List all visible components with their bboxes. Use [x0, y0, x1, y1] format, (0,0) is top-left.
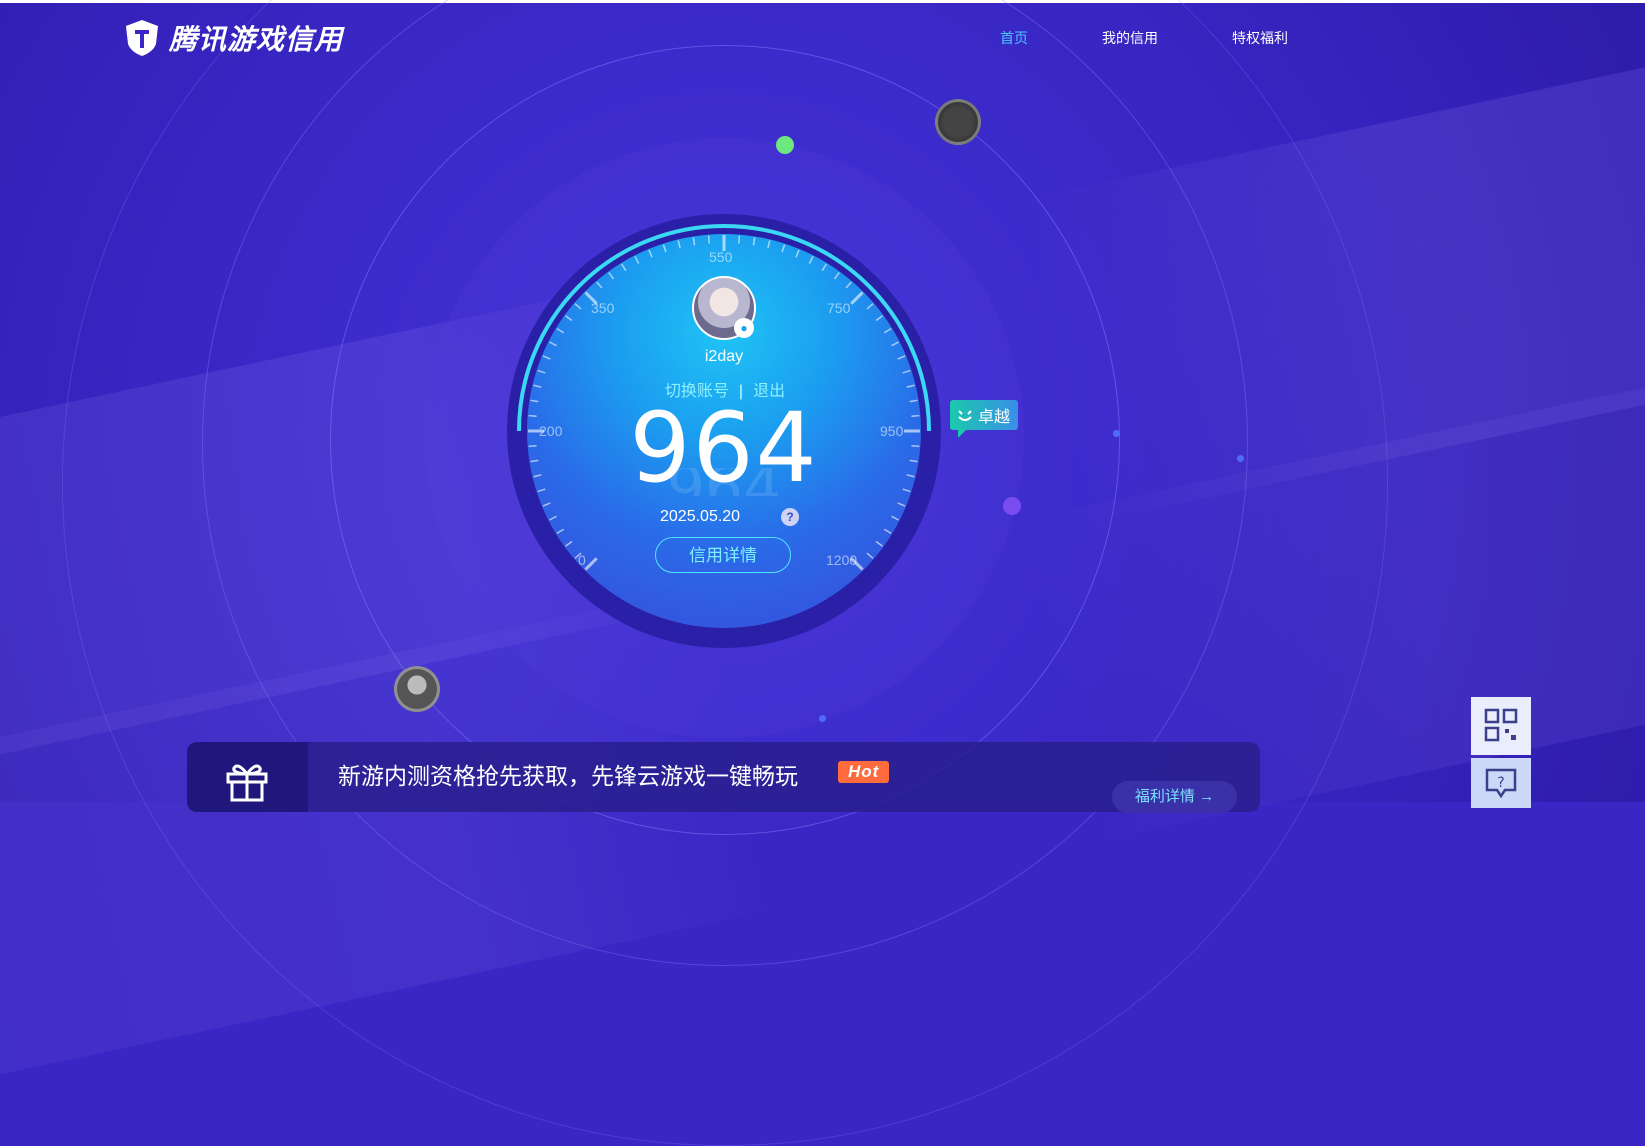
dial-tick	[891, 341, 899, 347]
hot-tag: Hot	[838, 761, 890, 783]
benefit-detail-label: 福利详情	[1134, 788, 1195, 805]
dial-tick	[537, 369, 546, 374]
dial-tick	[620, 263, 627, 272]
dial-tick	[542, 355, 551, 360]
brand-logo[interactable]: 腾讯游戏信用	[123, 18, 343, 58]
dial-tick	[533, 384, 542, 388]
dial-tick	[533, 474, 542, 478]
dial-tick	[833, 271, 840, 280]
dial-tick	[883, 528, 892, 535]
feedback-question-icon: ?	[1485, 768, 1517, 799]
dial-tick	[634, 256, 640, 264]
dial-tick	[596, 281, 603, 289]
dial-tick	[795, 249, 800, 258]
dial-tick	[909, 459, 918, 463]
gift-icon	[226, 764, 268, 802]
dial-tick	[556, 327, 565, 334]
brand-title: 腾讯游戏信用	[169, 24, 344, 55]
arrow-right-icon: →	[1199, 788, 1215, 805]
dial-tick	[808, 256, 814, 264]
credit-score-reflection: 964	[594, 468, 854, 496]
main-nav: 首页 我的信用 特权福利	[1000, 28, 1362, 48]
dial-tick	[911, 445, 920, 448]
dial-tick	[530, 459, 539, 463]
dial-tick	[738, 235, 741, 244]
scale-label-0: 0	[578, 552, 586, 568]
dial-tick	[866, 552, 874, 559]
dial-tick	[781, 244, 786, 253]
dial-tick	[875, 315, 884, 322]
score-date: 2025.05.20	[660, 508, 741, 525]
dial-tick	[902, 488, 911, 493]
dial-tick	[564, 540, 573, 547]
scale-label-550: 550	[709, 249, 733, 265]
benefit-detail-button[interactable]: 福利详情 →	[1112, 781, 1237, 813]
nav-item-my-credit[interactable]: 我的信用	[1102, 28, 1158, 48]
orbit-dot-small-2	[1237, 455, 1244, 462]
dial-tick	[883, 327, 892, 334]
scale-label-950: 950	[880, 423, 904, 439]
dial-tick	[821, 263, 828, 272]
scale-label-350: 350	[591, 300, 615, 316]
smile-icon	[958, 410, 972, 421]
nav-item-home[interactable]: 首页	[1000, 28, 1028, 48]
dial-tick	[584, 557, 598, 571]
dial-tick	[528, 414, 537, 417]
dial-tick	[677, 240, 681, 249]
username: i2day	[704, 348, 744, 365]
promo-banner-title: 新游内测资格抢先获取，先锋云游戏一键畅玩	[338, 763, 798, 789]
dial-tick	[767, 240, 771, 249]
dial-tick	[866, 303, 874, 310]
dial-tick	[556, 528, 565, 535]
dial-tick	[707, 235, 710, 244]
dial-tick	[891, 515, 899, 521]
dial-tick	[897, 355, 906, 360]
credit-detail-button[interactable]: 信用详情	[655, 537, 791, 573]
scale-label-750: 750	[827, 300, 851, 316]
qr-code-icon	[1484, 708, 1518, 742]
dial-tick	[909, 399, 918, 403]
dial-tick	[530, 399, 539, 403]
dial-tick	[528, 445, 537, 448]
orbit-dot-green	[776, 136, 794, 154]
scale-label-1200: 1200	[826, 552, 858, 568]
orbit-dot-small-1	[1113, 430, 1120, 437]
dial-tick	[845, 281, 852, 289]
orbit-dot-purple	[1003, 497, 1021, 515]
floating-avatar-1	[935, 99, 981, 145]
dial-tick	[662, 244, 667, 253]
shield-logo-icon	[126, 20, 158, 56]
svg-text:?: ?	[1497, 775, 1504, 791]
dial-tick	[537, 488, 546, 493]
dial-tick	[608, 271, 615, 280]
dial-tick	[564, 315, 573, 322]
orbit-dot-small-3	[819, 715, 826, 722]
dial-tick	[574, 303, 582, 310]
question-circle-icon[interactable]: ?	[781, 508, 799, 526]
credit-level-text: 卓越	[978, 409, 1011, 426]
dial-tick	[549, 515, 557, 521]
dial-tick	[549, 341, 557, 347]
dial-tick	[542, 502, 551, 507]
dial-tick	[875, 540, 884, 547]
dial-tick	[897, 502, 906, 507]
feedback-button[interactable]: ?	[1471, 758, 1531, 808]
dial-tick	[692, 237, 696, 246]
dial-tick	[902, 369, 911, 374]
scale-label-200: 200	[539, 423, 563, 439]
nav-item-privileges[interactable]: 特权福利	[1232, 28, 1288, 48]
qq-penguin-icon: ●	[734, 318, 754, 338]
dial-tick	[906, 474, 915, 478]
dial-tick	[752, 237, 756, 246]
qr-code-button[interactable]	[1471, 697, 1531, 755]
credit-level-badge: 卓越	[950, 400, 1019, 438]
dial-tick	[850, 291, 864, 305]
dial-tick	[648, 249, 653, 258]
dial-tick	[906, 384, 915, 388]
dial-tick	[911, 414, 920, 417]
floating-avatar-2	[394, 666, 440, 712]
